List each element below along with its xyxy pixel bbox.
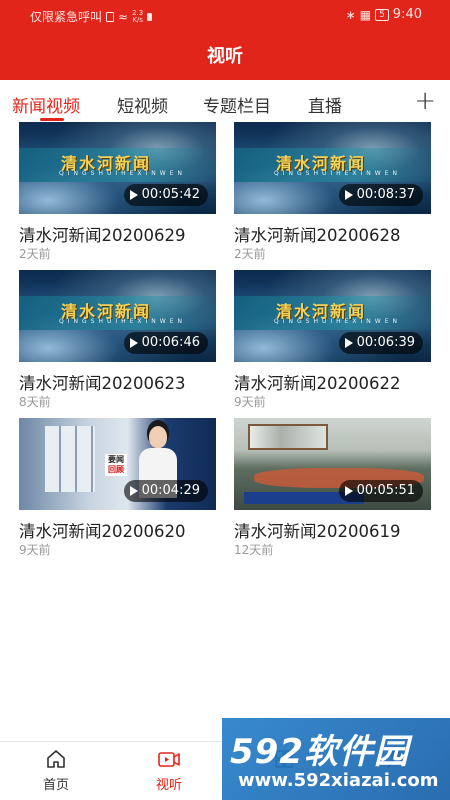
video-title[interactable]: 清水河新闻20200628: [234, 222, 400, 246]
video-title[interactable]: 清水河新闻20200629: [19, 222, 185, 246]
vibrate-icon: ▦: [359, 7, 372, 22]
duration-text: 00:04:29: [141, 483, 200, 498]
tab-news-video[interactable]: 新闻视频: [12, 92, 80, 117]
video-date: 9天前: [19, 543, 51, 557]
carrier-text: 仅限紧急呼叫: [30, 10, 103, 24]
duration-text: 00:08:37: [356, 187, 415, 202]
battery-icon: 5: [375, 8, 389, 21]
play-icon: [344, 190, 353, 200]
speed-unit: K/s: [132, 15, 143, 24]
play-icon: [129, 190, 138, 200]
play-icon: [344, 338, 353, 348]
video-title[interactable]: 清水河新闻20200622: [234, 370, 400, 394]
video-card[interactable]: 要闻 回顾 00:04:29 清水河新闻20200620 9天前: [19, 418, 216, 566]
site-watermark: 592软件园 www.592xiazai.com: [222, 718, 450, 800]
clock: 9:40: [392, 7, 422, 22]
status-bar: 仅限紧急呼叫 ≈ 2.3 K/s ∗ ▦ 5 9:40: [0, 0, 450, 30]
duration-text: 00:05:51: [356, 483, 415, 498]
duration-text: 00:06:39: [356, 335, 415, 350]
sim-icon: [106, 11, 115, 22]
video-card[interactable]: 清水河新闻 QINGSHUIHEXINWEN 00:06:39 清水河新闻202…: [234, 270, 431, 418]
tab-short-video[interactable]: 短视频: [117, 92, 168, 117]
watermark-url: www.592xiazai.com: [238, 770, 439, 791]
play-icon: [129, 338, 138, 348]
video-thumbnail[interactable]: 清水河新闻 QINGSHUIHEXINWEN 00:05:42: [19, 122, 216, 214]
nav-audiovisual[interactable]: 视听: [129, 748, 209, 793]
network-speed: 2.3 K/s: [132, 9, 143, 24]
video-title[interactable]: 清水河新闻20200620: [19, 518, 185, 542]
duration-badge[interactable]: 00:05:51: [338, 480, 423, 502]
battery-level: 5: [379, 9, 385, 20]
video-card[interactable]: 清水河新闻 QINGSHUIHEXINWEN 00:08:37 清水河新闻202…: [234, 122, 431, 270]
video-thumbnail[interactable]: 要闻 回顾 00:04:29: [19, 418, 216, 510]
active-tab-indicator: [40, 118, 64, 121]
studio-screens: [45, 426, 95, 492]
tab-special-column[interactable]: 专题栏目: [203, 92, 271, 117]
app-header: 仅限紧急呼叫 ≈ 2.3 K/s ∗ ▦ 5 9:40 视听: [0, 0, 450, 80]
duration-text: 00:06:46: [141, 335, 200, 350]
duration-badge[interactable]: 00:08:37: [338, 184, 423, 206]
play-icon: [344, 486, 353, 496]
duration-badge[interactable]: 00:04:29: [123, 480, 208, 502]
video-thumbnail[interactable]: 清水河新闻 QINGSHUIHEXINWEN 00:06:46: [19, 270, 216, 362]
wifi-icon: ≈: [118, 9, 129, 24]
video-date: 2天前: [19, 247, 51, 261]
plus-icon[interactable]: +: [414, 86, 436, 116]
video-title[interactable]: 清水河新闻20200619: [234, 518, 400, 542]
video-thumbnail[interactable]: 00:05:51: [234, 418, 431, 510]
duration-text: 00:05:42: [141, 187, 200, 202]
video-title[interactable]: 清水河新闻20200623: [19, 370, 185, 394]
tag-top: 要闻: [108, 455, 124, 464]
video-date: 12天前: [234, 543, 274, 557]
program-logo-pinyin: QINGSHUIHEXINWEN: [274, 318, 401, 325]
video-card[interactable]: 清水河新闻 QINGSHUIHEXINWEN 00:05:42 清水河新闻202…: [19, 122, 216, 270]
duration-badge[interactable]: 00:05:42: [123, 184, 208, 206]
tab-live[interactable]: 直播: [308, 92, 342, 117]
wall-painting: [248, 424, 328, 450]
video-card[interactable]: 清水河新闻 QINGSHUIHEXINWEN 00:06:46 清水河新闻202…: [19, 270, 216, 418]
nav-home-label: 首页: [42, 778, 69, 793]
program-logo-pinyin: QINGSHUIHEXINWEN: [274, 170, 401, 177]
news-review-tag: 要闻 回顾: [105, 454, 127, 476]
duration-badge[interactable]: 00:06:39: [338, 332, 423, 354]
watermark-brand: 592软件园: [230, 732, 409, 772]
category-tabs: 新闻视频 短视频 专题栏目 直播 +: [0, 80, 450, 124]
home-icon: [47, 750, 65, 768]
video-card[interactable]: 00:05:51 清水河新闻20200619 12天前: [234, 418, 431, 566]
play-icon: [129, 486, 138, 496]
bluetooth-icon: ∗: [345, 7, 356, 22]
page-title: 视听: [207, 46, 243, 67]
program-logo-pinyin: QINGSHUIHEXINWEN: [59, 170, 186, 177]
nav-audiovisual-label: 视听: [155, 778, 182, 793]
program-logo-pinyin: QINGSHUIHEXINWEN: [59, 318, 186, 325]
video-date: 9天前: [234, 395, 266, 409]
duration-badge[interactable]: 00:06:46: [123, 332, 208, 354]
video-thumbnail[interactable]: 清水河新闻 QINGSHUIHEXINWEN 00:08:37: [234, 122, 431, 214]
video-thumbnail[interactable]: 清水河新闻 QINGSHUIHEXINWEN 00:06:39: [234, 270, 431, 362]
video-date: 2天前: [234, 247, 266, 261]
video-icon: [158, 752, 180, 767]
video-date: 8天前: [19, 395, 51, 409]
tag-bottom: 回顾: [108, 465, 124, 474]
nav-home[interactable]: 首页: [16, 748, 96, 793]
notification-icon: [147, 12, 153, 21]
